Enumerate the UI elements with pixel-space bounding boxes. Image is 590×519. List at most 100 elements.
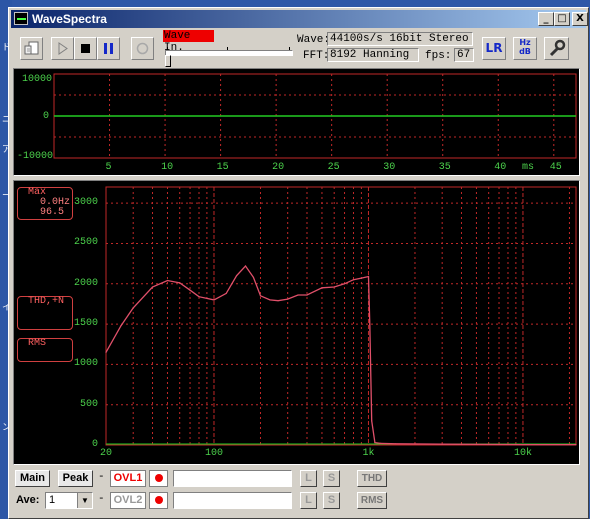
waveform-x-label: 30 xyxy=(383,162,396,173)
minimize-button[interactable]: _ xyxy=(538,12,554,26)
spectrum-y-label: 1000 xyxy=(74,358,99,370)
window-title: WaveSpectra xyxy=(32,12,107,26)
app-icon[interactable] xyxy=(14,12,28,25)
record-ovl1-dot[interactable] xyxy=(149,470,168,487)
waveform-x-label: 40 xyxy=(494,162,507,173)
close-button[interactable]: X xyxy=(572,12,588,26)
spectrum-point xyxy=(395,443,397,445)
slider-tick xyxy=(227,47,228,50)
spectrum-point xyxy=(441,443,443,445)
chevron-down-icon[interactable]: ▼ xyxy=(77,493,92,508)
spectrum-y-label: 1500 xyxy=(74,318,99,330)
spectrum-point xyxy=(213,299,215,301)
max-value: 96.5 xyxy=(40,207,65,218)
waveform-y-label: -10000 xyxy=(17,151,54,162)
ovl1-name-field[interactable] xyxy=(173,470,292,487)
spectrum-y-label: 2500 xyxy=(74,237,99,249)
spectrum-point xyxy=(277,300,279,302)
title-bar[interactable]: WaveSpectra _ □ X xyxy=(11,10,588,28)
ovl1-l-button[interactable]: L xyxy=(300,470,317,487)
fps-value: 67 xyxy=(454,48,474,62)
spectrum-point xyxy=(321,287,323,289)
pause-icon xyxy=(104,43,113,54)
spectrum-point xyxy=(287,298,289,300)
spectrum-point xyxy=(360,277,362,279)
play-icon xyxy=(58,42,68,55)
waveform-x-label: 25 xyxy=(327,162,340,173)
spectrum-x-label: 1k xyxy=(362,448,375,459)
spectrum-point xyxy=(380,442,382,444)
settings-button[interactable] xyxy=(544,37,569,60)
spectrum-point xyxy=(179,282,181,284)
spectrum-point xyxy=(352,279,355,281)
ovl1-indicator[interactable]: OVL1 xyxy=(110,470,146,487)
ovl2-dash: - xyxy=(98,493,105,505)
ave-value: 1 xyxy=(49,494,56,506)
fft-label: FFT: xyxy=(303,50,330,62)
record-button[interactable] xyxy=(97,37,120,60)
ovl2-l-button[interactable]: L xyxy=(300,492,317,509)
peak-button[interactable]: Peak xyxy=(58,470,93,487)
channel-lr-button[interactable]: LR xyxy=(482,37,506,60)
spectrum-point xyxy=(297,294,299,296)
waveform-x-label: 5 xyxy=(105,162,112,173)
wave-in-indicator: Wave In. xyxy=(163,30,214,54)
spectrum-point xyxy=(252,276,255,278)
rms-button[interactable]: RMS xyxy=(357,492,387,509)
spectrum-y-label: 2000 xyxy=(74,277,99,289)
spectrum-point xyxy=(235,275,238,277)
spectrum-point xyxy=(369,323,371,325)
spectrum-point xyxy=(306,294,308,296)
wave-format-value: 44100s/s 16bit Stereo xyxy=(327,32,473,46)
spectrum-point xyxy=(374,441,376,444)
spectrum-x-label: 10k xyxy=(513,448,532,459)
spectrum-point xyxy=(259,295,262,297)
thd-readout-box: THD,+N xyxy=(17,296,73,330)
play-button[interactable] xyxy=(51,37,74,60)
spectrum-point xyxy=(371,420,373,422)
spectrum-point xyxy=(189,289,191,291)
thd-button[interactable]: THD xyxy=(357,470,387,487)
spectrum-trace xyxy=(105,264,576,446)
scale-hz-db-button[interactable]: Hz dB xyxy=(513,37,537,60)
slider-tick xyxy=(167,47,168,50)
ovl2-s-button[interactable]: S xyxy=(323,492,340,509)
stop-button[interactable] xyxy=(74,37,97,60)
spectrum-point xyxy=(244,265,247,267)
ovl1-s-button[interactable]: S xyxy=(323,470,340,487)
waveform-x-unit: ms xyxy=(522,162,535,173)
open-file-button[interactable] xyxy=(20,37,43,60)
spectrum-y-label: 3000 xyxy=(74,197,99,209)
waveform-x-label: 45 xyxy=(549,162,562,173)
spectrum-panel[interactable]: Max 0.0Hz 96.5 THD,+N RMS 3000 2500 2000 15… xyxy=(13,180,580,465)
main-button[interactable]: Main xyxy=(15,470,50,487)
record-ovl2-dot[interactable] xyxy=(149,492,168,509)
ovl1-dash: - xyxy=(98,471,105,483)
ovl2-indicator[interactable]: OVL2 xyxy=(110,492,146,509)
spectrum-point xyxy=(343,283,346,285)
waveform-x-label: 10 xyxy=(161,162,174,173)
refresh-button[interactable] xyxy=(131,37,154,60)
spectrum-point xyxy=(575,443,577,446)
scale-hz-label: Hz xyxy=(519,38,531,47)
input-level-slider-thumb[interactable] xyxy=(165,55,171,67)
spectrum-x-label: 20 xyxy=(100,448,113,459)
rms-label: RMS xyxy=(28,338,47,349)
spectrum-point xyxy=(367,275,370,278)
maximize-button[interactable]: □ xyxy=(554,12,570,26)
open-file-icon xyxy=(24,41,39,55)
ovl2-name-field[interactable] xyxy=(173,492,292,509)
waveform-x-label: 35 xyxy=(438,162,451,173)
spectrum-point xyxy=(151,286,154,288)
refresh-icon xyxy=(136,42,149,55)
waveform-plot xyxy=(53,73,577,159)
spectrum-y-label: 500 xyxy=(80,398,99,410)
input-level-slider-track[interactable] xyxy=(165,50,293,56)
wave-label: Wave: xyxy=(297,34,331,46)
ave-select[interactable]: 1 ▼ xyxy=(45,492,93,509)
spectrum-point xyxy=(198,296,200,298)
scale-db-label: dB xyxy=(519,47,531,56)
thd-label: THD,+N xyxy=(28,296,65,307)
wrench-icon xyxy=(549,39,566,57)
waveform-panel[interactable]: 10000 0 -10000 5 10 15 20 25 30 35 40 45 ms xyxy=(13,68,580,176)
